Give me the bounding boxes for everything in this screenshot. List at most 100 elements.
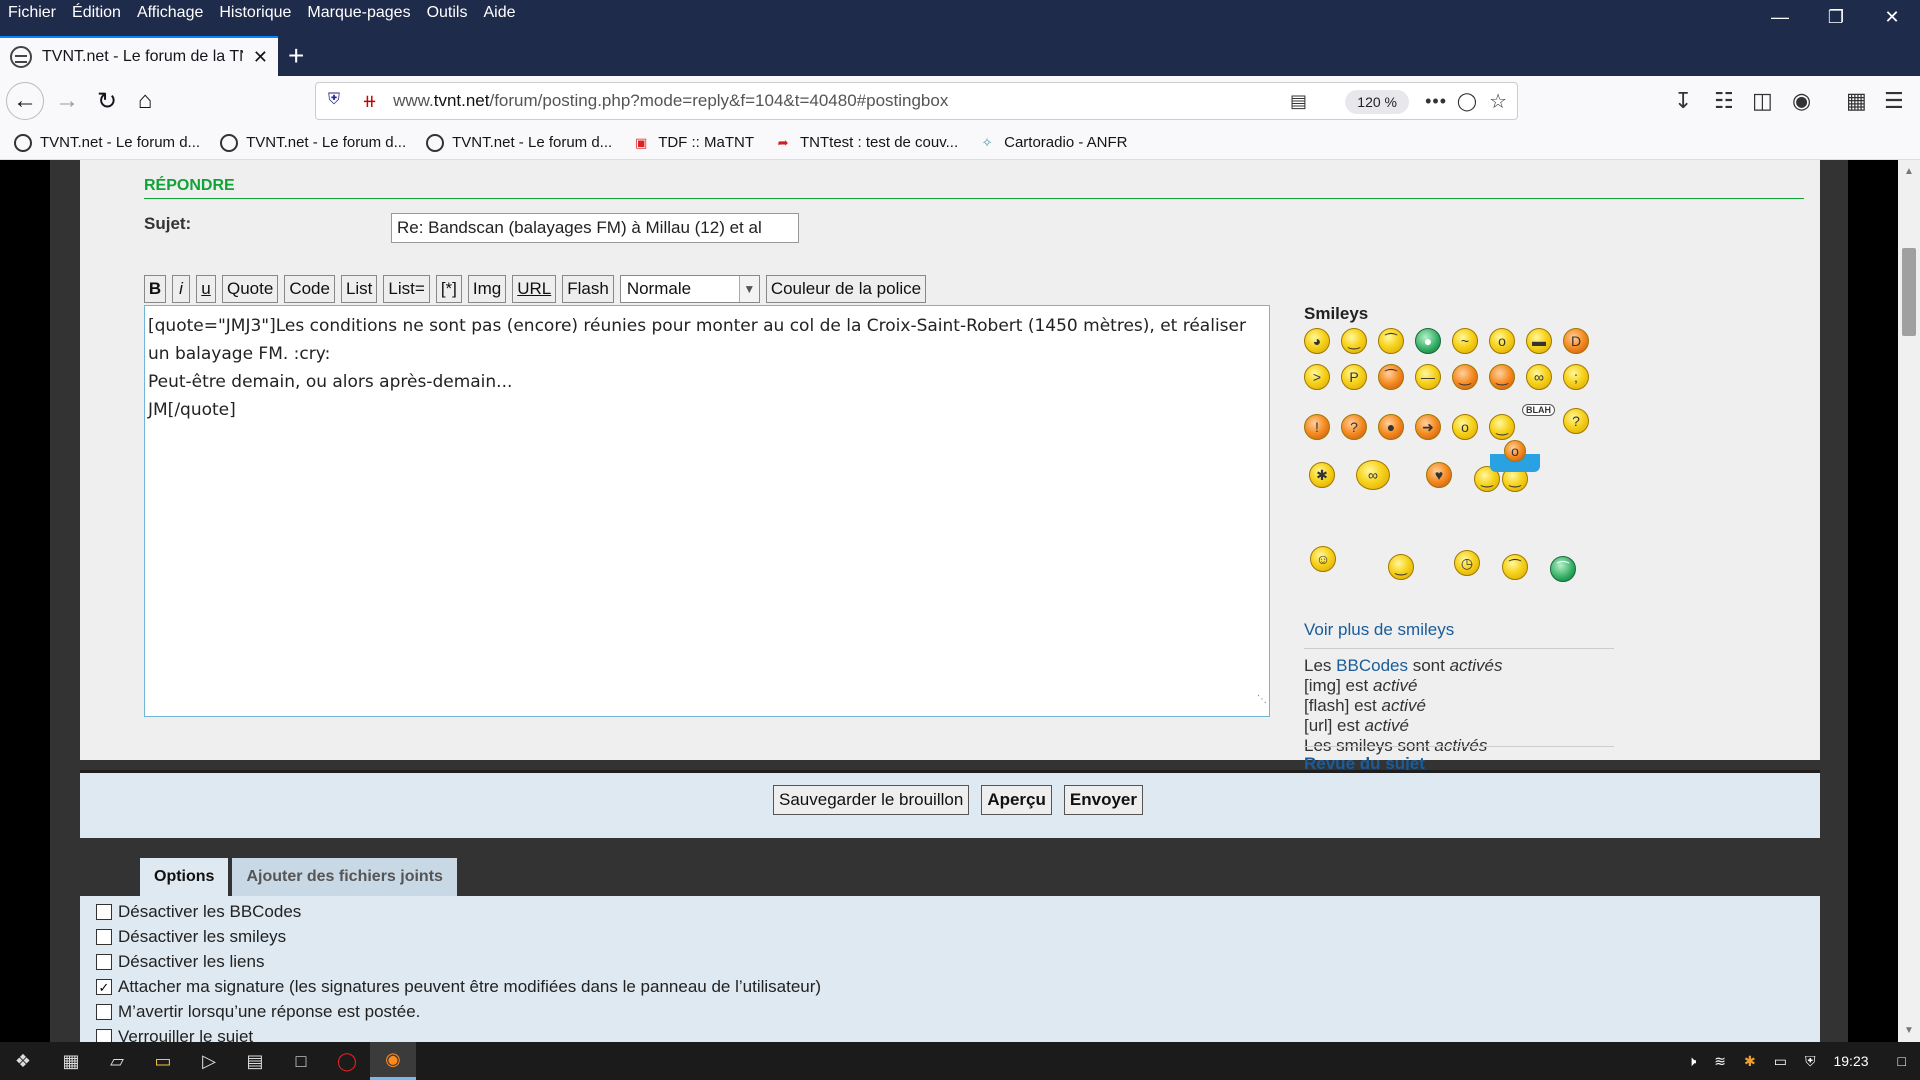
media-app-icon[interactable]: ▷ (186, 1042, 232, 1080)
smiley-mad-icon[interactable]: > (1304, 364, 1330, 390)
menu-aide[interactable]: Aide (475, 0, 523, 26)
bookmark-star-icon[interactable]: ☆ (1489, 89, 1507, 114)
wifi-icon[interactable]: ≋ (1714, 1053, 1726, 1070)
smiley-blah-icon[interactable]: ‿ (1489, 414, 1515, 440)
opera-icon[interactable]: ◯ (324, 1042, 370, 1080)
smiley-rolleyes-icon[interactable]: ∞ (1526, 364, 1552, 390)
notifications-icon[interactable]: □ (1898, 1053, 1906, 1069)
checkbox[interactable] (96, 929, 112, 945)
smiley-confused-icon[interactable]: ~ (1452, 328, 1478, 354)
browser-tab[interactable]: TVNT.net - Le forum de la TNT ✕ (0, 36, 278, 76)
bookmark-item[interactable]: ➦ TNTtest : test de couv... (774, 134, 959, 152)
more-smileys-link[interactable]: Voir plus de smileys (1304, 620, 1454, 640)
smiley-sad-icon[interactable]: ⁀ (1378, 328, 1404, 354)
checkbox-checked[interactable]: ✓ (96, 979, 112, 995)
smiley-evil-icon[interactable]: ‿ (1452, 364, 1478, 390)
smiley-thinking-icon[interactable]: ? (1563, 408, 1589, 434)
smiley-razz-icon[interactable]: P (1341, 364, 1367, 390)
defender-icon[interactable]: ⛨ (1805, 1053, 1816, 1070)
download-icon[interactable]: ↧ (1674, 88, 1692, 114)
menu-historique[interactable]: Historique (211, 0, 299, 26)
page-scrollbar[interactable]: ▲ ▼ (1898, 160, 1920, 1042)
battery-icon[interactable]: ▭ (1774, 1053, 1787, 1070)
file-explorer-icon[interactable]: ▭ (140, 1042, 186, 1080)
resize-grip-icon[interactable]: ⋱ (1257, 686, 1267, 714)
smiley-love-icon[interactable]: ♥ (1426, 462, 1452, 488)
bbcodes-link[interactable]: BBCodes (1336, 656, 1408, 675)
hamburger-menu-icon[interactable]: ☰ (1884, 88, 1904, 114)
checkbox[interactable] (96, 1029, 112, 1042)
smiley-clock-icon[interactable]: ◷ (1454, 550, 1480, 576)
tab-attachments[interactable]: Ajouter des fichiers joints (232, 858, 457, 896)
reload-icon[interactable]: ↻ (88, 82, 126, 120)
extensions-icon[interactable]: ▦ (1846, 88, 1867, 114)
preview-button[interactable]: Aperçu (981, 785, 1052, 815)
smiley-hug-icon[interactable]: ∞ (1356, 460, 1390, 490)
font-color-button[interactable]: Couleur de la police (765, 275, 927, 303)
underline-button[interactable]: u (196, 275, 216, 303)
bookmark-item[interactable]: TVNT.net - Le forum d... (426, 133, 612, 152)
option-disable-smileys[interactable]: Désactiver les smileys (96, 927, 286, 947)
smiley-idea-icon[interactable]: ● (1378, 414, 1404, 440)
smiley-surprised-icon[interactable]: o (1452, 414, 1478, 440)
notepad-icon[interactable]: ▤ (232, 1042, 278, 1080)
flash-button[interactable]: Flash (562, 275, 614, 303)
option-notify[interactable]: M’avertir lorsqu’une réponse est postée. (96, 1002, 420, 1022)
quote-button[interactable]: Quote (222, 275, 279, 303)
clock[interactable]: 19:23 (1833, 1053, 1868, 1069)
send-button[interactable]: Envoyer (1063, 785, 1143, 815)
reader-view-icon[interactable]: ▤ (1290, 91, 1307, 112)
url-text[interactable]: www.tvnt.net/forum/posting.php?mode=repl… (393, 91, 948, 111)
tab-options[interactable]: Options (140, 858, 229, 896)
code-button[interactable]: Code (284, 275, 335, 303)
smiley-wink-icon[interactable]: ; (1563, 364, 1589, 390)
list-item-button[interactable]: [*] (435, 275, 462, 303)
calculator-icon[interactable]: ▦ (48, 1042, 94, 1080)
smiley-exclaim-icon[interactable]: ! (1304, 414, 1330, 440)
smiley-cool-icon[interactable]: ▬ (1526, 328, 1552, 354)
smiley-question-icon[interactable]: ? (1341, 414, 1367, 440)
pocket-icon[interactable]: ◯ (1457, 91, 1477, 112)
insecure-lock-icon[interactable]: ⧺ (362, 91, 377, 112)
font-size-select[interactable]: Normale ▼ (619, 275, 760, 303)
list-button[interactable]: List (340, 275, 378, 303)
mute-icon[interactable]: 🕨 (1687, 1053, 1696, 1070)
smiley-oops-icon[interactable]: ⁀ (1378, 364, 1404, 390)
img-button[interactable]: Img (467, 275, 507, 303)
menu-marque-pages[interactable]: Marque-pages (299, 0, 418, 26)
account-icon[interactable]: ◉ (1792, 88, 1811, 114)
ordered-list-button[interactable]: List= (383, 275, 430, 303)
message-textarea[interactable]: [quote="JMJ3"]Les conditions ne sont pas… (144, 305, 1270, 717)
firefox-icon[interactable]: ◉ (370, 1042, 416, 1080)
bookmark-item[interactable]: TVNT.net - Le forum d... (14, 133, 200, 152)
option-disable-links[interactable]: Désactiver les liens (96, 952, 264, 972)
smiley-green-icon[interactable]: ⁀ (1550, 556, 1576, 582)
new-tab-icon[interactable]: + (288, 40, 304, 72)
smiley-shocked-icon[interactable]: ✱ (1309, 462, 1335, 488)
save-draft-button[interactable]: Sauvegarder le brouillon (773, 785, 970, 815)
forward-icon[interactable]: → (48, 82, 86, 120)
smiley-biggrin-icon[interactable]: ◕ (1304, 328, 1330, 354)
back-icon[interactable]: ← (6, 82, 44, 120)
zoom-level[interactable]: 120 % (1345, 90, 1409, 114)
menu-fichier[interactable]: Fichier (0, 0, 64, 26)
menu-edition[interactable]: Édition (64, 0, 129, 26)
scroll-down-icon[interactable]: ▼ (1898, 1025, 1920, 1036)
italic-button[interactable]: i (172, 275, 190, 303)
smiley-twisted-icon[interactable]: ‿ (1489, 364, 1515, 390)
close-tab-icon[interactable]: ✕ (253, 47, 268, 68)
smiley-yellow-icon[interactable]: ‿ (1388, 554, 1414, 580)
library-icon[interactable]: ☷ (1714, 88, 1734, 114)
subject-input[interactable]: Re: Bandscan (balayages FM) à Millau (12… (391, 213, 799, 243)
menu-affichage[interactable]: Affichage (129, 0, 211, 26)
home-icon[interactable]: ⌂ (126, 82, 164, 120)
url-button[interactable]: URL (512, 275, 557, 303)
bookmark-item[interactable]: ▣ TDF :: MaTNT (632, 134, 754, 152)
tray-app-icon[interactable]: ✱ (1744, 1053, 1756, 1070)
scroll-up-icon[interactable]: ▲ (1898, 166, 1920, 177)
more-actions-icon[interactable]: ••• (1425, 91, 1447, 112)
smiley-arrow-icon[interactable]: ➜ (1415, 414, 1441, 440)
smiley-eek-icon[interactable]: o (1489, 328, 1515, 354)
smiley-smile-icon[interactable]: ‿ (1341, 328, 1367, 354)
bookmark-item[interactable]: ✧ Cartoradio - ANFR (978, 134, 1128, 152)
